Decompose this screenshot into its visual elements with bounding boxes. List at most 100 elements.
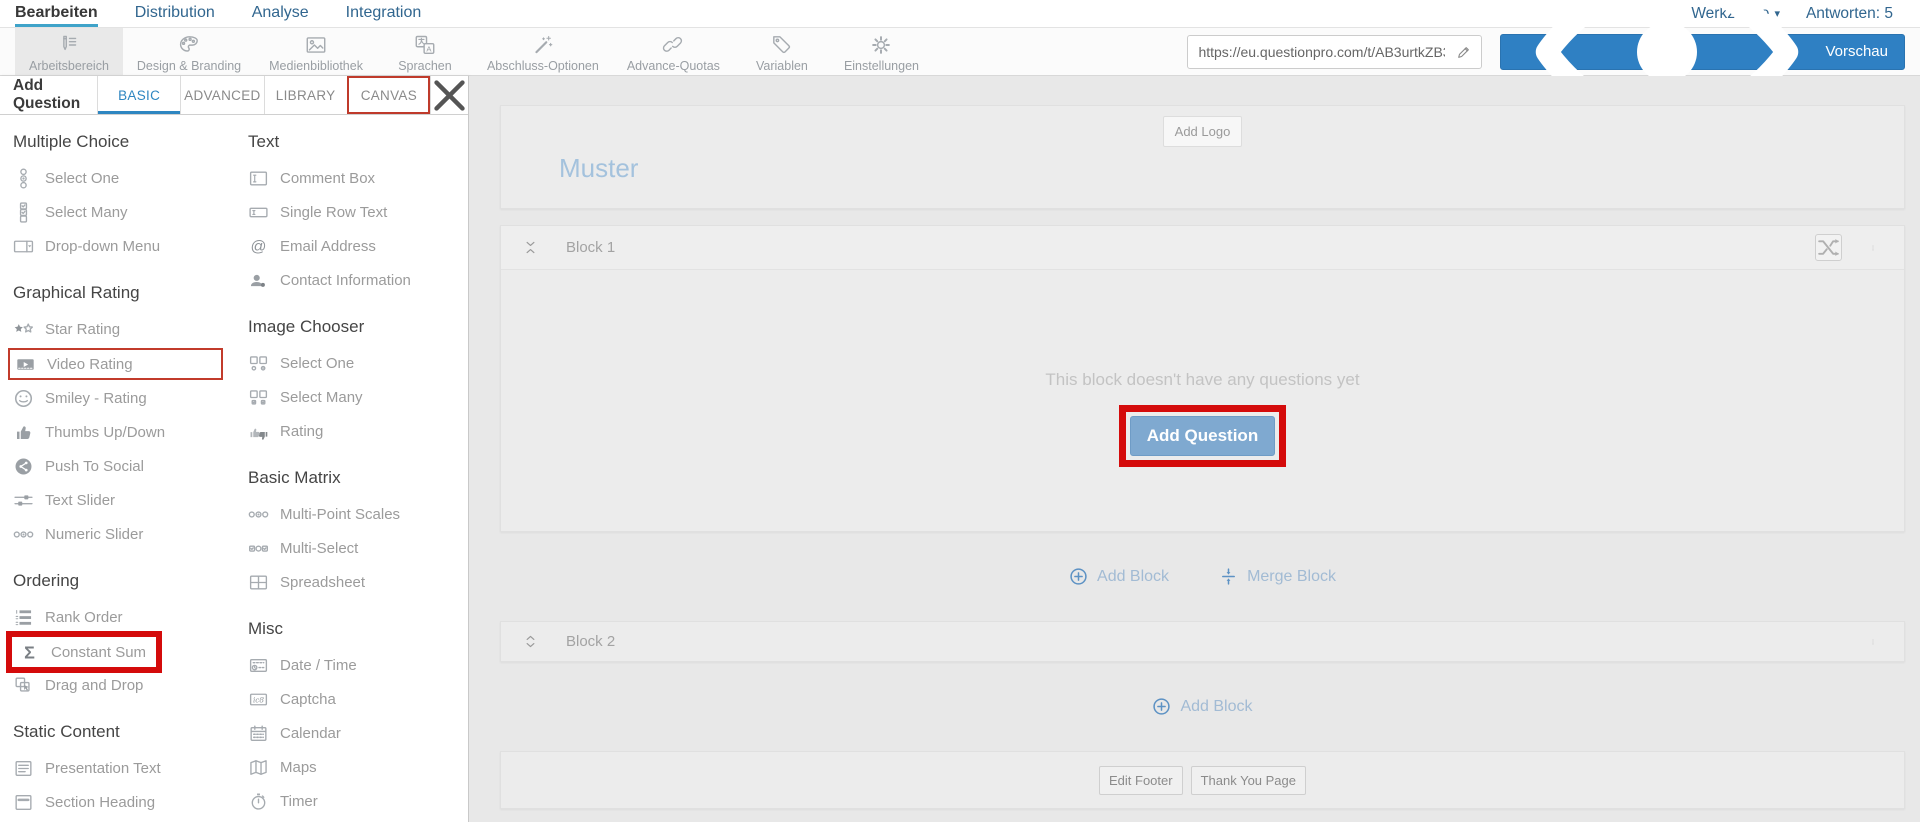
- sigma-icon: Σ: [19, 642, 40, 663]
- add-question-panel: Add Question BASICADVANCEDLIBRARYCANVAS …: [0, 76, 469, 822]
- tab-basic[interactable]: BASIC: [97, 76, 180, 114]
- annotation-box-add-question: Add Question: [1119, 405, 1286, 467]
- share-icon: [13, 456, 34, 477]
- question-type-email-address[interactable]: @Email Address: [248, 236, 466, 257]
- block-1-title: Block 1: [566, 239, 615, 256]
- question-type-push-to-social[interactable]: Push To Social: [13, 456, 248, 477]
- question-type-timer[interactable]: Timer: [248, 791, 466, 812]
- nav-item-distribution[interactable]: Distribution: [135, 0, 215, 27]
- question-type-maps[interactable]: Maps: [248, 757, 466, 778]
- spreadsheet-icon: [248, 572, 269, 593]
- block-2-actions: Add Block: [500, 662, 1905, 751]
- block-1-actions: Add Block Merge Block: [500, 532, 1905, 621]
- panel-body: Multiple ChoiceSelect OneSelect ManyDrop…: [0, 115, 468, 822]
- nav-item-bearbeiten[interactable]: Bearbeiten: [15, 0, 98, 27]
- nav-item-integration[interactable]: Integration: [346, 0, 422, 27]
- toolbar-item-einstellungen[interactable]: Einstellungen: [830, 28, 933, 75]
- question-type-contact-information[interactable]: Contact Information: [248, 270, 466, 291]
- block-1-menu-icon[interactable]: [1870, 238, 1876, 258]
- survey-title[interactable]: Muster: [559, 153, 1904, 184]
- block-1-card: Block 1 This block doesn't have any ques…: [500, 225, 1905, 532]
- question-type-drop-down-menu[interactable]: Drop-down Menu: [13, 236, 248, 257]
- edit-footer-button[interactable]: Edit Footer: [1099, 766, 1183, 795]
- svg-text:A: A: [426, 44, 432, 53]
- toolbar-item-label: Variablen: [756, 59, 808, 73]
- section-heading-image-chooser: Image Chooser: [248, 317, 466, 337]
- section-heading-graphical-rating: Graphical Rating: [13, 283, 248, 303]
- randomize-questions-button[interactable]: [1815, 234, 1842, 261]
- add-block-button[interactable]: Add Block: [1069, 567, 1169, 586]
- toolbar-item-design-branding[interactable]: Design & Branding: [123, 28, 255, 75]
- question-type-captcha[interactable]: ic8 Captcha: [248, 689, 466, 710]
- question-type-smiley-rating[interactable]: Smiley - Rating: [13, 388, 248, 409]
- expand-block-icon[interactable]: [523, 634, 538, 649]
- svg-text:ic8: ic8: [253, 695, 264, 704]
- toolbar-item-medienbibliothek[interactable]: Medienbibliothek: [255, 28, 377, 75]
- shuffle-icon: [1816, 235, 1841, 260]
- question-type-select-one[interactable]: Select One: [13, 168, 248, 189]
- section-heading-basic-matrix: Basic Matrix: [248, 468, 466, 488]
- nav-item-analyse[interactable]: Analyse: [252, 0, 309, 27]
- palette-icon: [177, 33, 201, 57]
- question-type-label: Rank Order: [45, 609, 123, 626]
- questionpro-app: Bearbeiten Distribution Analyse Integration…: [0, 0, 1920, 822]
- question-type-label: Video Rating: [47, 356, 133, 373]
- at-icon: @: [248, 236, 269, 257]
- add-logo-button[interactable]: Add Logo: [1163, 116, 1243, 147]
- links-icon: [661, 33, 685, 57]
- thank-you-page-button[interactable]: Thank You Page: [1191, 766, 1306, 795]
- preview-button[interactable]: Vorschau: [1500, 34, 1905, 70]
- question-types-column-2: TextComment BoxSingle Row Text@Email Add…: [248, 127, 466, 822]
- survey-url-input[interactable]: [1187, 35, 1482, 69]
- tab-canvas[interactable]: CANVAS: [347, 76, 430, 114]
- question-type-select-one[interactable]: Select One: [248, 353, 466, 374]
- question-type-label: Captcha: [280, 691, 336, 708]
- question-type-multi-point-scales[interactable]: Multi-Point Scales: [248, 504, 466, 525]
- toolbar-item-label: Sprachen: [398, 59, 452, 73]
- question-type-star-rating[interactable]: Star Rating: [13, 319, 248, 340]
- answers-count[interactable]: Antworten: 5: [1806, 5, 1893, 23]
- question-type-date-time[interactable]: Date / Time: [248, 655, 466, 676]
- collapse-block-icon[interactable]: [523, 240, 538, 255]
- question-type-select-many[interactable]: Select Many: [248, 387, 466, 408]
- question-type-comment-box[interactable]: Comment Box: [248, 168, 466, 189]
- add-block-button-2[interactable]: Add Block: [1152, 697, 1252, 716]
- block-1-body: This block doesn't have any questions ye…: [501, 270, 1904, 531]
- question-type-single-row-text[interactable]: Single Row Text: [248, 202, 466, 223]
- question-type-numeric-slider[interactable]: Numeric Slider: [13, 524, 248, 545]
- tag-icon: [770, 33, 794, 57]
- merge-block-button[interactable]: Merge Block: [1219, 567, 1336, 586]
- question-type-calendar[interactable]: Calendar: [248, 723, 466, 744]
- question-type-multi-select[interactable]: Multi-Select: [248, 538, 466, 559]
- question-type-section-heading[interactable]: Section Heading: [13, 792, 248, 813]
- multi-point-icon: [248, 504, 269, 525]
- rank-order-icon: [13, 607, 34, 628]
- section-heading-icon: [13, 792, 34, 813]
- question-type-video-rating[interactable]: Video Rating: [8, 348, 223, 380]
- add-block-2-label: Add Block: [1180, 698, 1252, 716]
- close-panel-button[interactable]: [430, 76, 468, 114]
- edit-url-pencil-icon[interactable]: [1456, 43, 1473, 60]
- question-type-drag-and-drop[interactable]: Drag and Drop: [13, 675, 248, 696]
- image-select-one-icon: [248, 353, 269, 374]
- toolbar-item-arbeitsbereich[interactable]: Arbeitsbereich: [15, 28, 123, 75]
- dropdown-icon: [13, 236, 34, 257]
- tab-library[interactable]: LIBRARY: [264, 76, 347, 114]
- merge-block-label: Merge Block: [1247, 568, 1336, 586]
- question-type-select-many[interactable]: Select Many: [13, 202, 248, 223]
- question-type-rank-order[interactable]: Rank Order: [13, 607, 248, 628]
- question-type-rating[interactable]: Rating: [248, 421, 466, 442]
- question-type-text-slider[interactable]: Text Slider: [13, 490, 248, 511]
- question-type-label: Select One: [280, 355, 354, 372]
- add-question-button[interactable]: Add Question: [1130, 416, 1275, 456]
- toolbar-item-variablen[interactable]: Variablen: [734, 28, 830, 75]
- question-type-constant-sum[interactable]: ΣConstant Sum: [6, 631, 162, 673]
- block-2-menu-icon[interactable]: [1870, 632, 1876, 652]
- toolbar-item-abschluss-optionen[interactable]: Abschluss-Optionen: [473, 28, 613, 75]
- tab-advanced[interactable]: ADVANCED: [180, 76, 263, 114]
- toolbar-item-advance-quotas[interactable]: Advance-Quotas: [613, 28, 734, 75]
- question-type-spreadsheet[interactable]: Spreadsheet: [248, 572, 466, 593]
- question-type-presentation-text[interactable]: Presentation Text: [13, 758, 248, 779]
- toolbar-item-sprachen[interactable]: A Sprachen: [377, 28, 473, 75]
- question-type-thumbs-up-down[interactable]: Thumbs Up/Down: [13, 422, 248, 443]
